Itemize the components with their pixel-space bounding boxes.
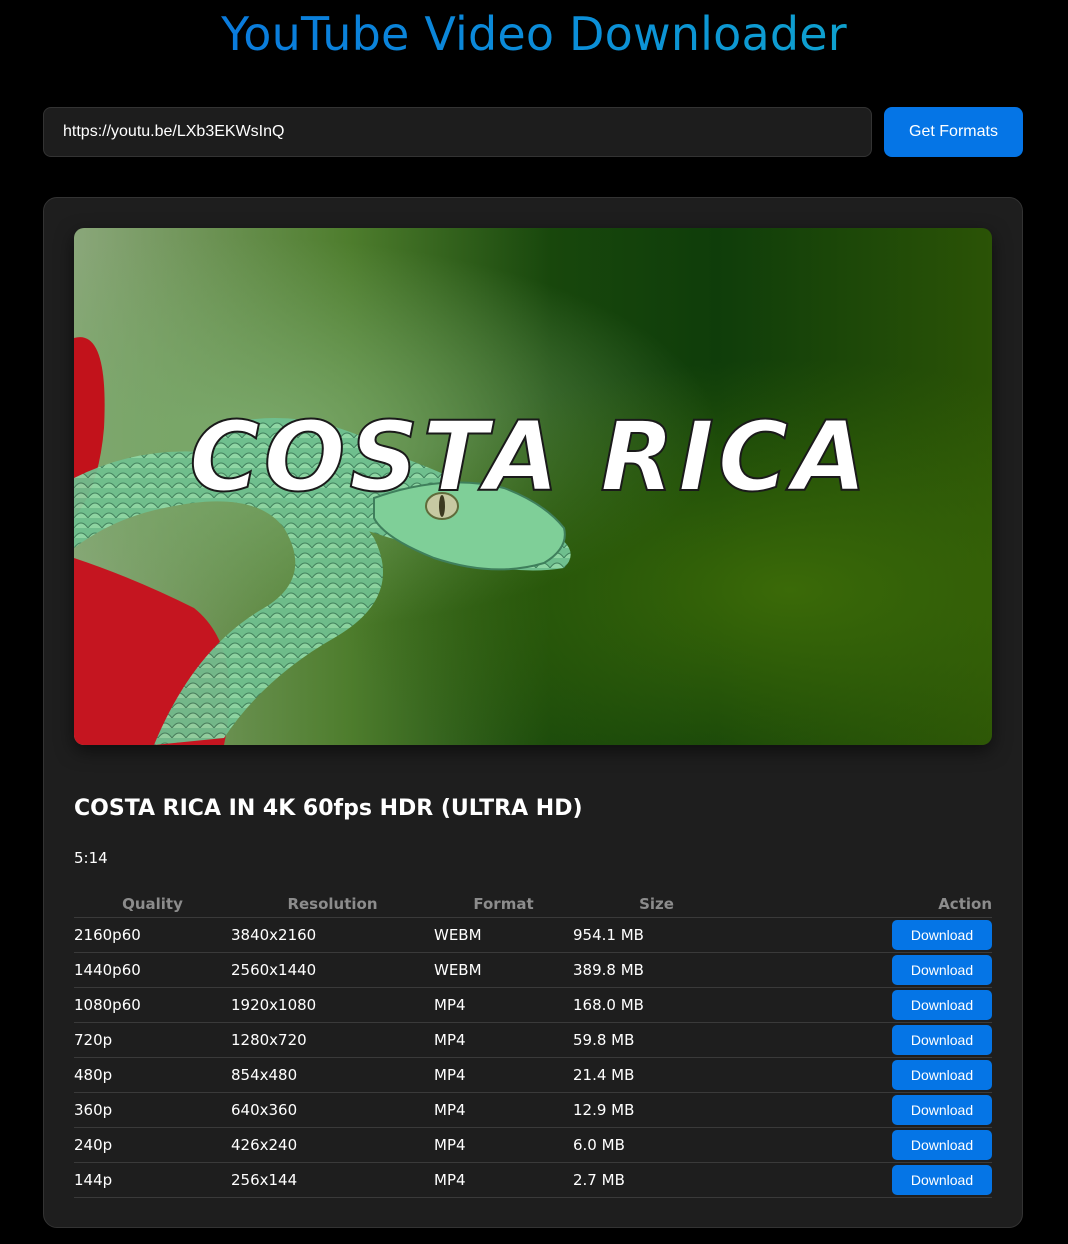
- cell-action: Download: [740, 917, 992, 953]
- cell-size: 12.9 MB: [573, 1092, 740, 1128]
- cell-format: MP4: [434, 987, 573, 1023]
- header-action: Action: [740, 891, 992, 918]
- download-button[interactable]: Download: [892, 955, 992, 985]
- video-title: COSTA RICA IN 4K 60fps HDR (ULTRA HD): [74, 796, 583, 821]
- cell-quality: 720p: [74, 1022, 231, 1058]
- cell-quality: 2160p60: [74, 917, 231, 953]
- header-format: Format: [434, 891, 573, 918]
- cell-size: 389.8 MB: [573, 952, 740, 988]
- cell-format: MP4: [434, 1057, 573, 1093]
- cell-format: WEBM: [434, 917, 573, 953]
- cell-size: 59.8 MB: [573, 1022, 740, 1058]
- cell-size: 168.0 MB: [573, 987, 740, 1023]
- download-button[interactable]: Download: [892, 920, 992, 950]
- url-input[interactable]: [43, 107, 872, 157]
- cell-size: 21.4 MB: [573, 1057, 740, 1093]
- cell-size: 2.7 MB: [573, 1162, 740, 1198]
- cell-action: Download: [740, 952, 992, 988]
- video-duration: 5:14: [74, 849, 108, 867]
- cell-size: 954.1 MB: [573, 917, 740, 953]
- download-button[interactable]: Download: [892, 1025, 992, 1055]
- cell-resolution: 426x240: [231, 1127, 434, 1163]
- cell-resolution: 2560x1440: [231, 952, 434, 988]
- table-row: 360p 640x360 MP4 12.9 MB Download: [74, 1092, 992, 1128]
- thumbnail-artwork: COSTA RICA: [74, 337, 870, 745]
- cell-action: Download: [740, 1022, 992, 1058]
- cell-resolution: 1920x1080: [231, 987, 434, 1023]
- cell-action: Download: [740, 1057, 992, 1093]
- cell-format: MP4: [434, 1092, 573, 1128]
- header-size: Size: [573, 891, 740, 918]
- cell-action: Download: [740, 1092, 992, 1128]
- table-row: 480p 854x480 MP4 21.4 MB Download: [74, 1057, 992, 1093]
- cell-quality: 240p: [74, 1127, 231, 1163]
- get-formats-button[interactable]: Get Formats: [884, 107, 1023, 157]
- cell-quality: 480p: [74, 1057, 231, 1093]
- video-card: COSTA RICA COSTA RICA IN 4K 60fps HDR (U…: [43, 197, 1023, 1228]
- cell-size: 6.0 MB: [573, 1127, 740, 1163]
- cell-resolution: 640x360: [231, 1092, 434, 1128]
- thumbnail-headline: COSTA RICA: [189, 401, 870, 513]
- cell-format: MP4: [434, 1127, 573, 1163]
- cell-format: MP4: [434, 1022, 573, 1058]
- cell-quality: 360p: [74, 1092, 231, 1128]
- cell-resolution: 1280x720: [231, 1022, 434, 1058]
- cell-action: Download: [740, 987, 992, 1023]
- video-thumbnail: COSTA RICA: [74, 228, 992, 745]
- formats-table: Quality Resolution Format Size Action 21…: [74, 891, 992, 1198]
- download-button[interactable]: Download: [892, 1130, 992, 1160]
- table-header-row: Quality Resolution Format Size Action: [74, 891, 992, 918]
- table-row: 144p 256x144 MP4 2.7 MB Download: [74, 1162, 992, 1198]
- download-button[interactable]: Download: [892, 1060, 992, 1090]
- table-row: 240p 426x240 MP4 6.0 MB Download: [74, 1127, 992, 1163]
- download-button[interactable]: Download: [892, 1165, 992, 1195]
- cell-quality: 144p: [74, 1162, 231, 1198]
- cell-format: MP4: [434, 1162, 573, 1198]
- app-page: YouTube Video Downloader Get Formats: [0, 0, 1068, 1244]
- table-row: 1440p60 2560x1440 WEBM 389.8 MB Download: [74, 952, 992, 988]
- download-button[interactable]: Download: [892, 1095, 992, 1125]
- header-quality: Quality: [74, 891, 231, 918]
- table-row: 720p 1280x720 MP4 59.8 MB Download: [74, 1022, 992, 1058]
- cell-quality: 1080p60: [74, 987, 231, 1023]
- cell-quality: 1440p60: [74, 952, 231, 988]
- download-button[interactable]: Download: [892, 990, 992, 1020]
- cell-resolution: 256x144: [231, 1162, 434, 1198]
- cell-action: Download: [740, 1162, 992, 1198]
- table-row: 2160p60 3840x2160 WEBM 954.1 MB Download: [74, 917, 992, 953]
- page-title: YouTube Video Downloader: [0, 6, 1068, 62]
- cell-action: Download: [740, 1127, 992, 1163]
- cell-resolution: 854x480: [231, 1057, 434, 1093]
- table-row: 1080p60 1920x1080 MP4 168.0 MB Download: [74, 987, 992, 1023]
- header-resolution: Resolution: [231, 891, 434, 918]
- cell-resolution: 3840x2160: [231, 917, 434, 953]
- cell-format: WEBM: [434, 952, 573, 988]
